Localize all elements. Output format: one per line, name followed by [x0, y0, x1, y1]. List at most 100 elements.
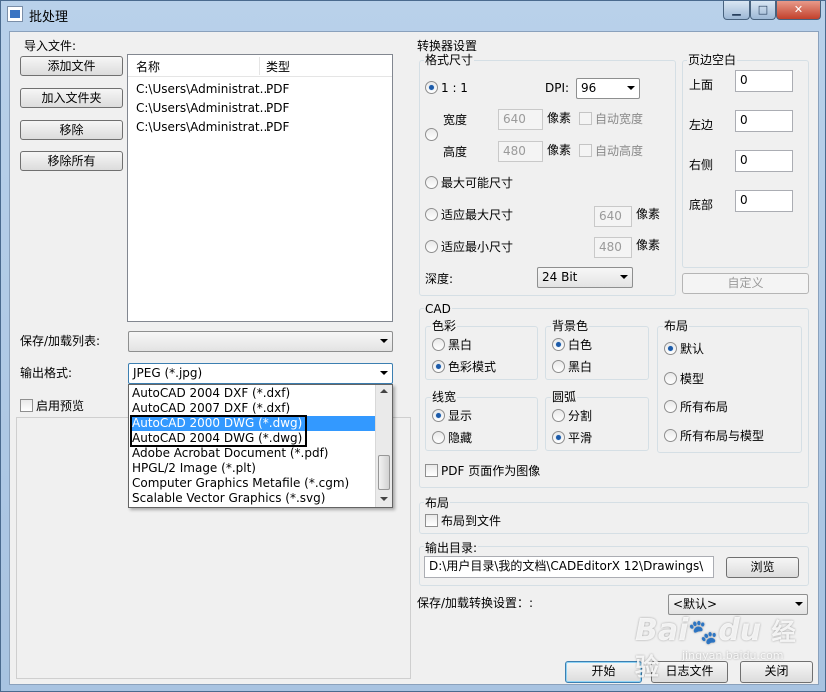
- save-load-list-label: 保存/加载列表:: [20, 334, 101, 348]
- start-button[interactable]: 开始: [565, 661, 642, 683]
- enable-preview-checkbox[interactable]: [20, 399, 33, 412]
- radio-fit-max[interactable]: [425, 208, 438, 221]
- radio-layout-all-model[interactable]: [664, 429, 677, 442]
- column-divider[interactable]: [259, 57, 260, 75]
- margin-bottom-field[interactable]: 0: [735, 190, 793, 212]
- close-window-button[interactable]: ✕: [776, 1, 821, 20]
- radio-arc-split[interactable]: [552, 409, 565, 422]
- save-load-settings-combo[interactable]: <默认>: [668, 594, 808, 615]
- output-format-dropdown[interactable]: AutoCAD 2004 DXF (*.dxf) AutoCAD 2007 DX…: [128, 384, 393, 508]
- watermark-brand: Bai: [635, 613, 689, 648]
- table-row[interactable]: C:\Users\Administrat... PDF: [128, 99, 392, 118]
- output-format-label: 输出格式:: [20, 366, 73, 380]
- app-icon: [7, 6, 23, 22]
- paw-icon: 🐾: [688, 618, 719, 646]
- pdf-as-image-label: PDF 页面作为图像: [441, 464, 541, 478]
- scroll-up-icon[interactable]: [380, 389, 388, 393]
- add-file-button[interactable]: 添加文件: [20, 56, 123, 76]
- auto-width-checkbox[interactable]: [579, 112, 592, 125]
- format-option[interactable]: AutoCAD 2004 DXF (*.dxf): [131, 386, 375, 401]
- radio-lineweight-show[interactable]: [432, 409, 445, 422]
- depth-combo[interactable]: 24 Bit: [537, 267, 633, 288]
- background-label: 背景色: [551, 319, 590, 333]
- margin-left-field[interactable]: 0: [735, 110, 793, 132]
- radio-fit-min[interactable]: [425, 240, 438, 253]
- radio-one-to-one[interactable]: [425, 81, 438, 94]
- chevron-down-icon: [380, 371, 388, 375]
- arc-split-label: 分割: [568, 409, 593, 423]
- output-format-value: JPEG (*.jpg): [133, 366, 203, 380]
- auto-height-checkbox[interactable]: [579, 144, 592, 157]
- remove-button[interactable]: 移除: [20, 120, 123, 140]
- add-folder-button[interactable]: 加入文件夹: [20, 88, 123, 108]
- maximize-button[interactable]: □: [750, 1, 776, 20]
- window-title: 批处理: [29, 10, 69, 25]
- table-row[interactable]: C:\Users\Administrat... PDF: [128, 118, 392, 137]
- layout-model-label: 模型: [680, 372, 705, 386]
- fit-max-field[interactable]: 640: [594, 206, 632, 227]
- save-load-list-combo[interactable]: [128, 331, 393, 352]
- save-load-settings-value: <默认>: [673, 597, 718, 611]
- height-field[interactable]: 480: [498, 141, 543, 162]
- width-label: 宽度: [443, 113, 468, 127]
- fit-min-field[interactable]: 480: [594, 237, 632, 258]
- converter-settings-label: 转换器设置: [417, 39, 478, 53]
- column-header-name[interactable]: 名称: [136, 60, 160, 74]
- format-option[interactable]: Computer Graphics Metafile (*.cgm): [131, 476, 375, 491]
- margin-left-label: 左边: [689, 118, 714, 132]
- radio-arc-smooth[interactable]: [552, 431, 565, 444]
- radio-custom-size[interactable]: [425, 128, 438, 141]
- radio-layout-default[interactable]: [664, 342, 677, 355]
- margin-top-field[interactable]: 0: [735, 70, 793, 92]
- layout-default-label: 默认: [680, 342, 705, 356]
- radio-bg-white[interactable]: [552, 338, 565, 351]
- pdf-as-image-checkbox[interactable]: [425, 464, 438, 477]
- file-name: C:\Users\Administrat...: [136, 101, 272, 115]
- fit-min-unit-label: 像素: [636, 238, 661, 252]
- remove-all-button[interactable]: 移除所有: [20, 151, 123, 171]
- radio-layout-all[interactable]: [664, 400, 677, 413]
- format-option[interactable]: Scalable Vector Graphics (*.svg): [131, 491, 375, 506]
- radio-bg-black[interactable]: [552, 360, 565, 373]
- cad-layout-label: 布局: [663, 319, 690, 333]
- layout-to-file-label: 布局到文件: [441, 514, 502, 528]
- chevron-down-icon: [627, 86, 635, 90]
- dpi-value: 96: [581, 81, 597, 95]
- auto-width-label: 自动宽度: [595, 112, 644, 126]
- watermark-url: jingyan.baidu.com: [682, 649, 784, 662]
- column-header-type[interactable]: 类型: [266, 60, 290, 74]
- radio-layout-model[interactable]: [664, 372, 677, 385]
- dropdown-scrollbar[interactable]: [375, 385, 392, 507]
- output-dir-field[interactable]: D:\用户目录\我的文档\CADEditorX 12\Drawings\: [424, 556, 714, 578]
- output-format-combo[interactable]: JPEG (*.jpg): [128, 363, 393, 384]
- title-bar[interactable]: 批处理 ▁ □ ✕: [1, 1, 825, 27]
- radio-color-mode[interactable]: [432, 360, 445, 373]
- format-option[interactable]: HPGL/2 Image (*.plt): [131, 461, 375, 476]
- lineweight-show-label: 显示: [448, 409, 473, 423]
- height-label: 高度: [443, 145, 468, 159]
- import-files-label: 导入文件:: [24, 39, 77, 53]
- output-dir-label: 输出目录:: [424, 541, 479, 555]
- width-unit-label: 像素: [547, 111, 572, 125]
- format-option[interactable]: Adobe Acrobat Document (*.pdf): [131, 446, 375, 461]
- browse-button[interactable]: 浏览: [726, 557, 799, 578]
- table-row[interactable]: C:\Users\Administrat... PDF: [128, 80, 392, 99]
- dpi-combo[interactable]: 96: [576, 78, 640, 99]
- format-option[interactable]: AutoCAD 2007 DXF (*.dxf): [131, 401, 375, 416]
- minimize-button[interactable]: ▁: [723, 1, 750, 20]
- radio-max-possible[interactable]: [425, 176, 438, 189]
- chevron-down-icon: [620, 275, 628, 279]
- layout-all-label: 所有布局: [680, 400, 729, 414]
- layout-to-file-checkbox[interactable]: [425, 514, 438, 527]
- margin-right-field[interactable]: 0: [735, 150, 793, 172]
- radio-lineweight-hide[interactable]: [432, 431, 445, 444]
- width-field[interactable]: 640: [498, 109, 543, 130]
- fit-max-label: 适应最大尺寸: [441, 208, 514, 222]
- scroll-down-icon[interactable]: [380, 497, 388, 501]
- bg-white-label: 白色: [568, 338, 593, 352]
- highlight-box: [130, 415, 307, 447]
- scroll-thumb[interactable]: [378, 455, 390, 490]
- radio-color-bw[interactable]: [432, 338, 445, 351]
- custom-margins-button[interactable]: 自定义: [682, 273, 809, 294]
- file-list[interactable]: 名称 类型 C:\Users\Administrat... PDF C:\Use…: [127, 54, 393, 322]
